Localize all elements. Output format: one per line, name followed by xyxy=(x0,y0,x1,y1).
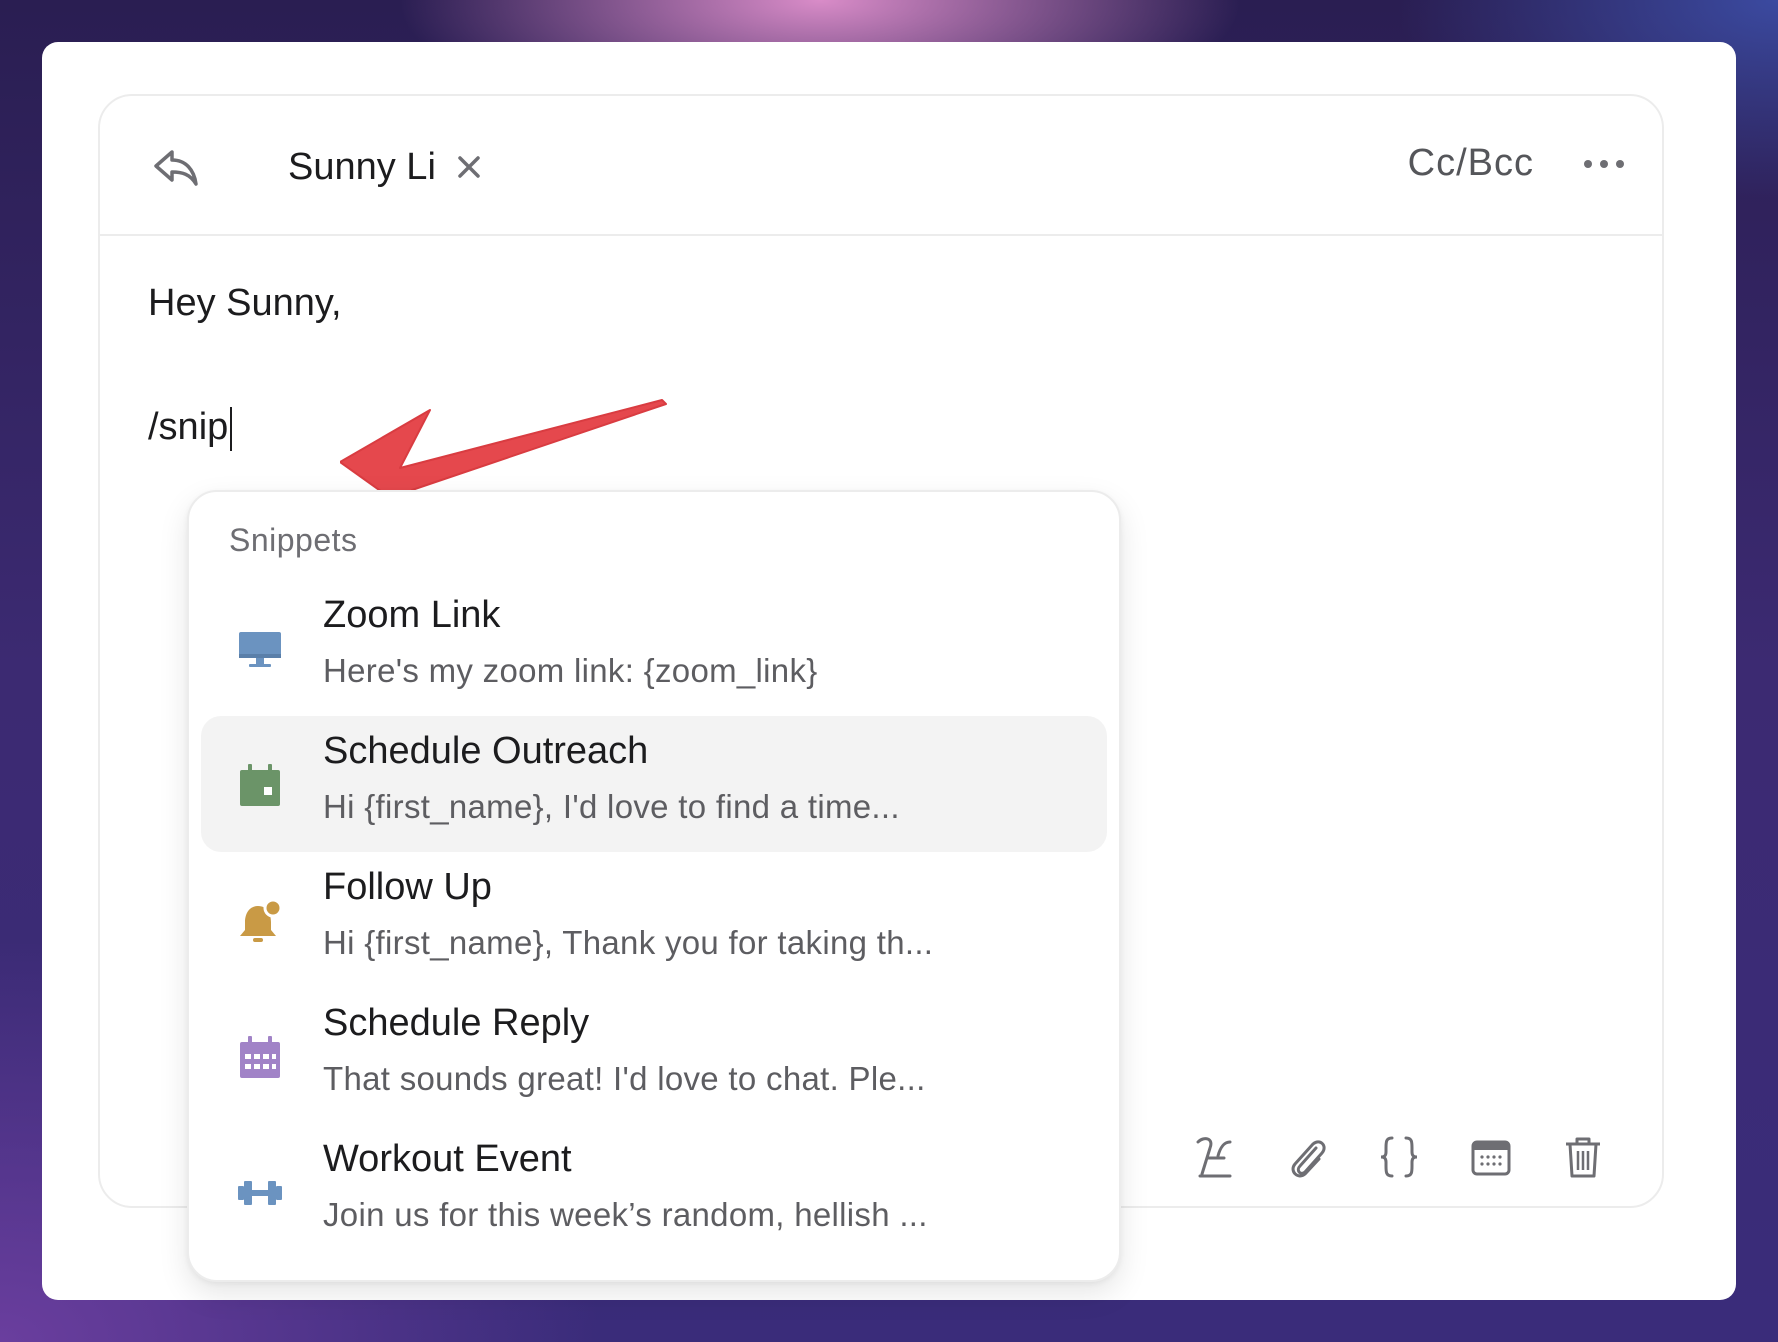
snippet-name: Schedule Reply xyxy=(323,1002,590,1044)
snippet-name: Schedule Outreach xyxy=(323,730,649,772)
message-command-line[interactable]: /snip xyxy=(148,406,233,451)
message-greeting[interactable]: Hey Sunny, xyxy=(148,282,342,325)
app-window: Sunny Li Cc/Bcc Hey Sunny, /snip Snippet… xyxy=(42,42,1736,1300)
more-options-icon[interactable] xyxy=(1582,150,1626,178)
snippet-name: Zoom Link xyxy=(323,594,501,636)
calendar-grid-icon xyxy=(240,1036,280,1078)
snippets-dropdown: Snippets Zoom Link Here's my zoom link: … xyxy=(187,490,1121,1282)
close-icon[interactable] xyxy=(454,152,484,182)
snippet-item-follow-up[interactable]: Follow Up Hi {first_name}, Thank you for… xyxy=(201,852,1107,988)
snippets-heading: Snippets xyxy=(229,522,358,558)
reply-icon[interactable] xyxy=(152,146,200,190)
recipient-chip[interactable]: Sunny Li xyxy=(288,142,484,192)
calendar-icon[interactable] xyxy=(1470,1134,1512,1180)
monitor-icon xyxy=(239,632,281,667)
snippet-name: Workout Event xyxy=(323,1138,572,1180)
snippet-preview: Join us for this week’s random, hellish … xyxy=(323,1196,928,1233)
snippet-item-schedule-reply[interactable]: Schedule Reply That sounds great! I'd lo… xyxy=(201,988,1107,1124)
composer-toolbar xyxy=(1194,1134,1604,1180)
snippet-item-zoom-link[interactable]: Zoom Link Here's my zoom link: {zoom_lin… xyxy=(201,580,1107,716)
snippet-preview: That sounds great! I'd love to chat. Ple… xyxy=(323,1060,926,1097)
recipient-name: Sunny Li xyxy=(288,145,436,188)
paperclip-icon[interactable] xyxy=(1286,1134,1328,1180)
trash-icon[interactable] xyxy=(1562,1134,1604,1180)
cc-bcc-button[interactable]: Cc/Bcc xyxy=(1408,142,1534,185)
braces-icon[interactable] xyxy=(1378,1134,1420,1180)
snippet-preview: Here's my zoom link: {zoom_link} xyxy=(323,652,818,689)
snippet-item-schedule-outreach[interactable]: Schedule Outreach Hi {first_name}, I'd l… xyxy=(201,716,1107,852)
slash-command-text: /snip xyxy=(148,406,229,448)
calendar-icon xyxy=(240,764,280,806)
snippet-preview: Hi {first_name}, I'd love to find a time… xyxy=(323,788,900,825)
dumbbell-icon xyxy=(238,1181,282,1205)
snippet-name: Follow Up xyxy=(323,866,492,908)
composer-header: Sunny Li Cc/Bcc xyxy=(100,96,1662,236)
bell-icon xyxy=(240,898,283,942)
snippet-item-workout-event[interactable]: Workout Event Join us for this week’s ra… xyxy=(201,1124,1107,1260)
snippet-preview: Hi {first_name}, Thank you for taking th… xyxy=(323,924,934,961)
signature-icon[interactable] xyxy=(1194,1134,1236,1180)
text-cursor xyxy=(230,407,233,451)
